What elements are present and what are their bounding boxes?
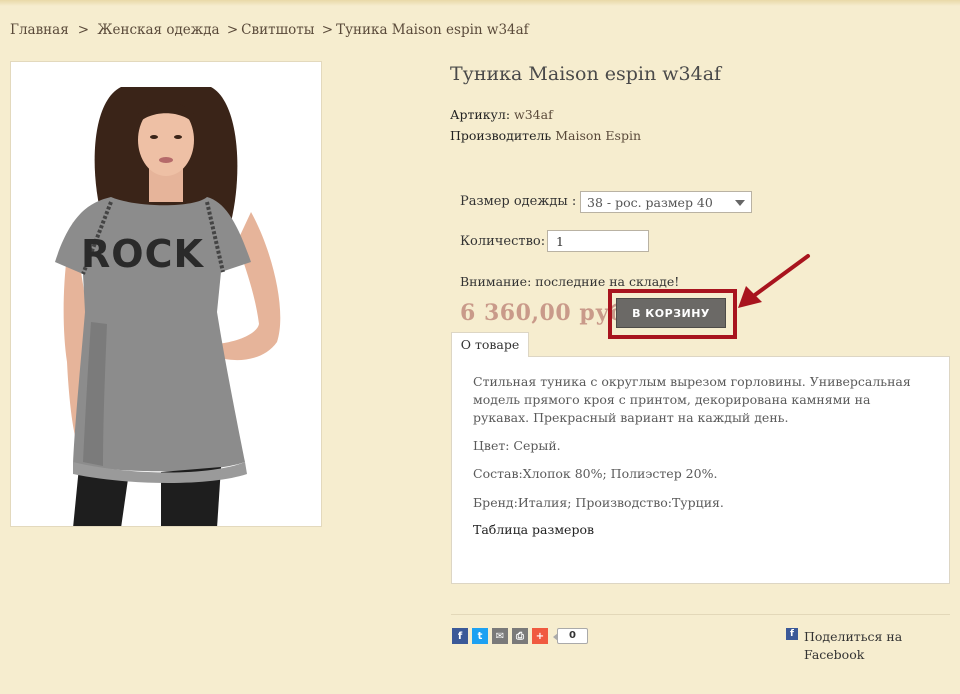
stock-notice: Внимание: последние на складе!	[460, 274, 680, 289]
product-title: Туника Maison espin w34af	[450, 63, 722, 85]
size-select-value: 38 - рос. размер 40	[587, 195, 713, 210]
more-plus-icon[interactable]: +	[532, 628, 548, 644]
product-photo-illustration: ROCK	[55, 87, 281, 526]
facebook-share-label: Поделиться на Facebook	[804, 629, 903, 662]
breadcrumb-subcategory[interactable]: Свитшоты	[241, 22, 314, 38]
divider	[451, 614, 950, 615]
breadcrumb-separator: >	[321, 22, 334, 38]
article-label: Артикул:	[450, 107, 511, 122]
product-price: 6 360,00 руб	[460, 300, 625, 326]
breadcrumb-separator: >	[226, 22, 239, 38]
top-border	[0, 0, 960, 6]
share-count-badge: 0	[553, 628, 588, 644]
breadcrumb-separator: >	[77, 22, 90, 38]
article-line: Артикул: w34af	[450, 107, 553, 122]
quantity-input[interactable]	[547, 230, 649, 252]
manufacturer-label: Производитель	[450, 128, 552, 143]
facebook-icon: f	[786, 628, 798, 640]
breadcrumb: Главная > Женская одежда > Свитшоты > Туник…	[10, 22, 529, 38]
description-brand: Бренд:Италия; Производство:Турция.	[473, 495, 724, 510]
breadcrumb-home[interactable]: Главная	[10, 22, 69, 38]
add-to-cart-button[interactable]: В КОРЗИНУ	[616, 298, 726, 328]
share-icons: f t ✉ ⎙ +	[452, 628, 548, 644]
size-select[interactable]: 38 - рос. размер 40	[580, 191, 752, 213]
size-label: Размер одежды :	[460, 194, 577, 209]
facebook-icon[interactable]: f	[452, 628, 468, 644]
tunic-print-text: ROCK	[81, 232, 204, 276]
description-composition: Состав:Хлопок 80%; Полиэстер 20%.	[473, 466, 718, 481]
article-value: w34af	[514, 107, 553, 122]
breadcrumb-current: Туника Maison espin w34af	[336, 22, 529, 38]
tab-about-product[interactable]: О товаре	[451, 332, 529, 357]
twitter-icon[interactable]: t	[472, 628, 488, 644]
size-table-link[interactable]: Таблица размеров	[473, 522, 594, 537]
print-icon[interactable]: ⎙	[512, 628, 528, 644]
product-photo[interactable]: ROCK	[10, 61, 322, 527]
mail-icon[interactable]: ✉	[492, 628, 508, 644]
description-text: Стильная туника с округлым вырезом горло…	[473, 374, 911, 425]
manufacturer-line: Производитель Maison Espin	[450, 128, 641, 143]
quantity-label: Количество:	[460, 234, 546, 249]
description-color: Цвет: Серый.	[473, 438, 561, 453]
red-arrow-icon	[738, 254, 810, 308]
breadcrumb-category[interactable]: Женская одежда	[97, 22, 219, 38]
chevron-down-icon	[735, 200, 745, 206]
facebook-share-link[interactable]: f Поделиться на Facebook	[786, 628, 926, 664]
manufacturer-link[interactable]: Maison Espin	[555, 128, 641, 143]
